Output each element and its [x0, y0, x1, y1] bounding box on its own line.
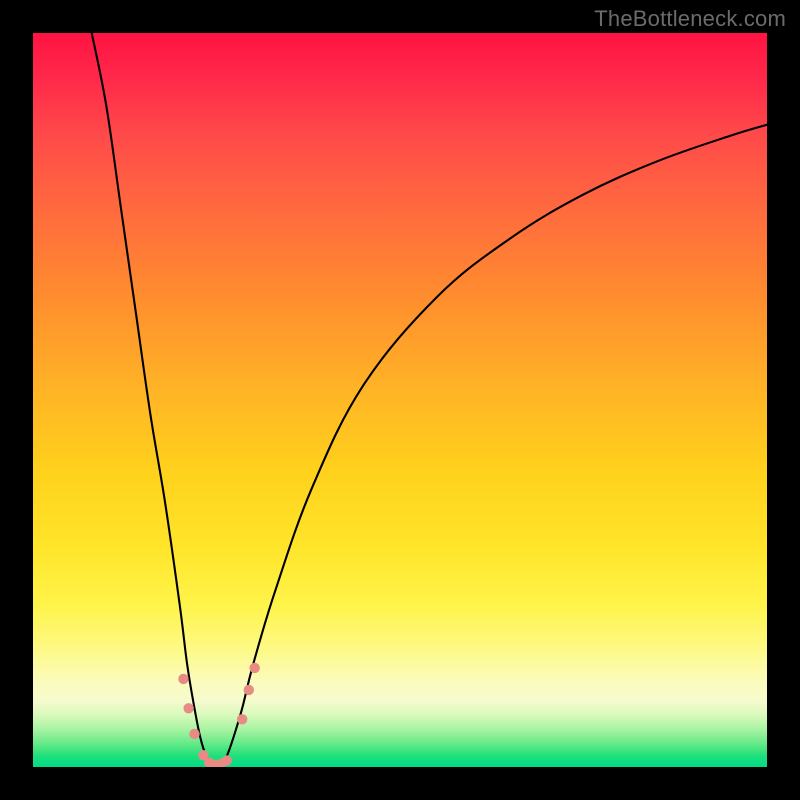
- marker-point: [222, 755, 232, 765]
- marker-point: [237, 714, 247, 724]
- highlighted-points: [178, 663, 260, 767]
- marker-point: [249, 663, 259, 673]
- chart-frame: TheBottleneck.com: [0, 0, 800, 800]
- marker-point: [178, 674, 188, 684]
- marker-point: [244, 685, 254, 695]
- watermark-text: TheBottleneck.com: [594, 6, 786, 32]
- plot-area: [33, 33, 767, 767]
- marker-layer: [33, 33, 767, 767]
- marker-point: [189, 729, 199, 739]
- marker-point: [183, 703, 193, 713]
